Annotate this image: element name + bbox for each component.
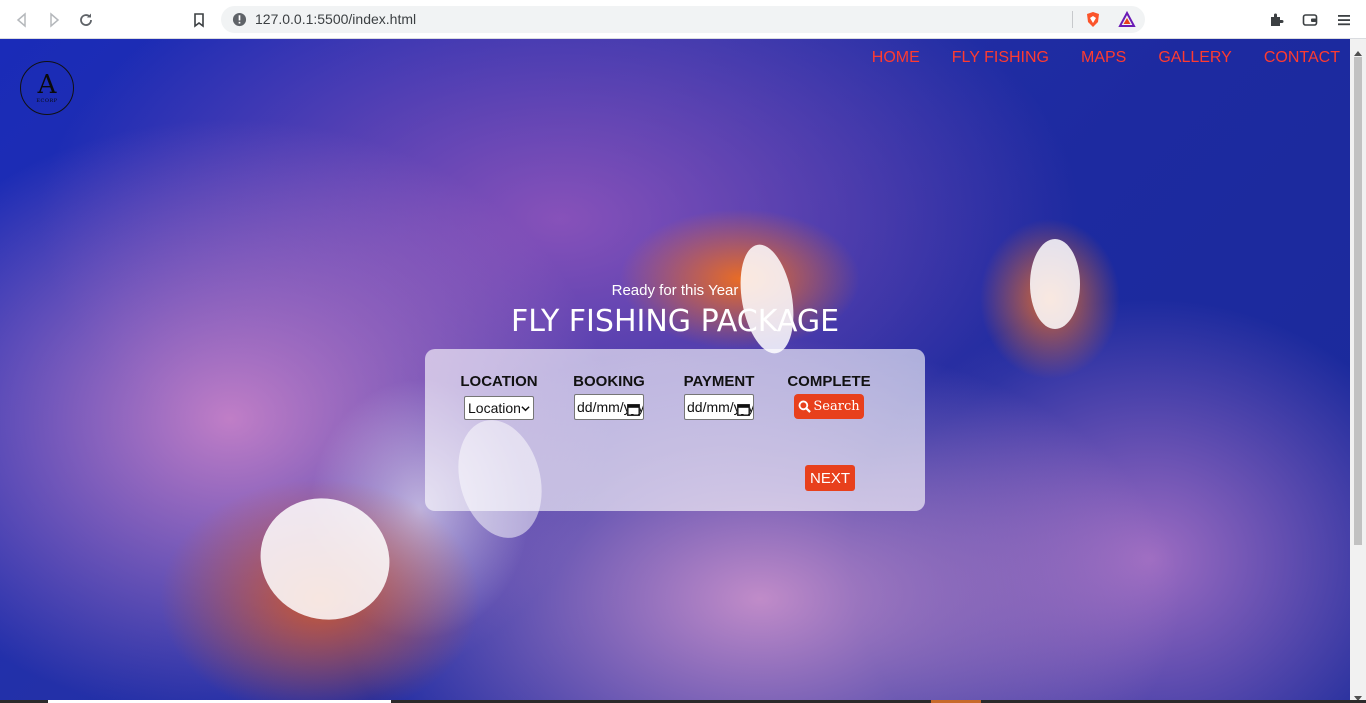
bookmark-icon[interactable]: [186, 7, 212, 33]
menu-icon[interactable]: [1331, 7, 1357, 33]
logo-letter: A: [37, 70, 57, 100]
logo-subtext: ECORP: [36, 98, 58, 104]
chevron-down-icon: [520, 403, 531, 414]
location-select-value: Location: [468, 400, 521, 416]
main-nav: HOME FLY FISHING MAPS GALLERY CONTACT: [840, 49, 1340, 67]
booking-label: BOOKING: [573, 373, 645, 390]
reload-icon[interactable]: [73, 7, 99, 33]
extensions-icon[interactable]: [1263, 7, 1289, 33]
scroll-up-icon[interactable]: [1354, 43, 1362, 56]
next-button[interactable]: NEXT: [805, 465, 855, 491]
payment-column: PAYMENT dd/mm/yyyy: [664, 373, 774, 420]
omnibox-divider: [1072, 11, 1073, 28]
hero-subtitle: Ready for this Year: [611, 282, 739, 299]
back-icon[interactable]: [9, 7, 35, 33]
booking-date-input[interactable]: dd/mm/yyyy: [574, 394, 644, 420]
location-label: LOCATION: [460, 373, 538, 390]
address-bar[interactable]: 127.0.0.1:5500/index.html: [221, 6, 1145, 33]
logo[interactable]: A ECORP: [20, 61, 74, 115]
location-column: LOCATION Location: [444, 373, 554, 420]
booking-column: BOOKING dd/mm/yyyy: [554, 373, 664, 420]
nav-fly-fishing[interactable]: FLY FISHING: [952, 49, 1049, 67]
nav-gallery[interactable]: GALLERY: [1158, 49, 1232, 67]
complete-column: COMPLETE Search: [774, 373, 884, 419]
site-info-icon[interactable]: [231, 11, 247, 27]
booking-panel: LOCATION Location BOOKING dd/mm/yyyy PAY…: [425, 349, 925, 511]
nav-maps[interactable]: MAPS: [1081, 49, 1126, 67]
brave-rewards-icon[interactable]: [1118, 10, 1136, 29]
payment-date-input[interactable]: dd/mm/yyyy: [684, 394, 754, 420]
nav-home[interactable]: HOME: [872, 49, 920, 67]
search-button[interactable]: Search: [794, 394, 864, 419]
search-button-label: Search: [813, 399, 860, 414]
hero-title: FLY FISHING PACKAGE: [510, 304, 840, 339]
payment-label: PAYMENT: [683, 373, 755, 390]
forward-icon[interactable]: [41, 7, 67, 33]
url-text: 127.0.0.1:5500/index.html: [255, 11, 417, 27]
wallet-icon[interactable]: [1297, 7, 1323, 33]
calendar-icon[interactable]: [737, 401, 750, 416]
location-select[interactable]: Location: [464, 396, 534, 420]
page-scrollbar[interactable]: [1350, 39, 1366, 701]
brave-shield-icon[interactable]: [1084, 11, 1102, 29]
calendar-icon[interactable]: [627, 401, 640, 416]
scroll-down-icon[interactable]: [1354, 687, 1362, 701]
fish-stripe-decoration: [243, 480, 407, 638]
fish-stripe-decoration: [732, 240, 802, 358]
complete-label: COMPLETE: [787, 373, 871, 390]
nav-contact[interactable]: CONTACT: [1264, 49, 1340, 67]
search-icon: [798, 400, 812, 413]
browser-toolbar: 127.0.0.1:5500/index.html: [0, 0, 1366, 39]
hero-section: A ECORP HOME FLY FISHING MAPS GALLERY CO…: [0, 39, 1350, 700]
scrollbar-thumb[interactable]: [1354, 57, 1362, 545]
